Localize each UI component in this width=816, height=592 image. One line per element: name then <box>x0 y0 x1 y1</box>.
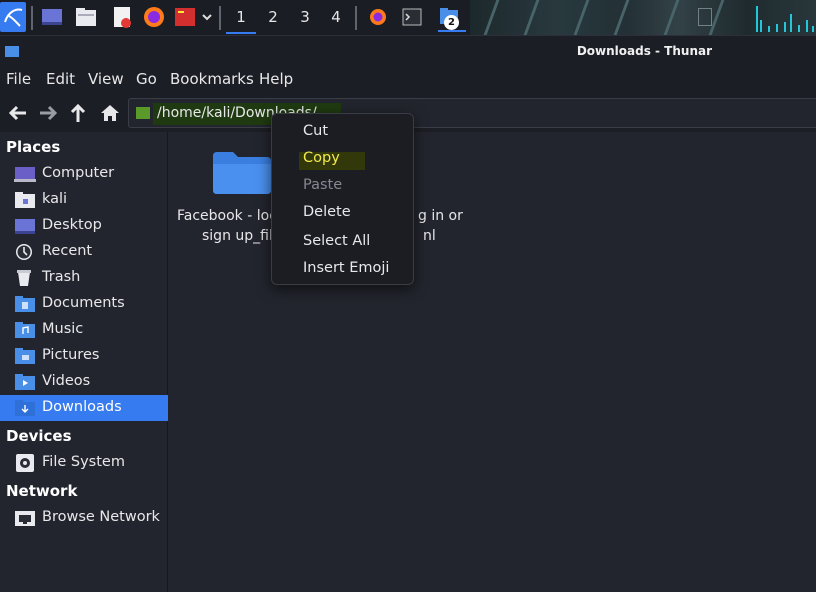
documents-folder-icon <box>14 295 36 313</box>
window-icon[interactable] <box>5 46 19 57</box>
sidebar-item-label: Music <box>42 321 84 337</box>
folder-icon[interactable] <box>213 150 271 194</box>
computer-icon <box>14 165 36 183</box>
sidebar-item-recent[interactable]: Recent <box>0 239 168 265</box>
file-name-line2-right: nl <box>423 228 436 244</box>
sidebar-item-computer[interactable]: Computer <box>0 161 168 187</box>
top-panel: 1 2 3 4 2 <box>0 0 816 36</box>
desktop-icon <box>14 217 36 235</box>
up-arrow-icon[interactable] <box>66 101 90 125</box>
location-bar[interactable]: /home/kali/Downloads/ <box>128 98 816 128</box>
file-name-line1-right: g in or <box>418 208 463 224</box>
sidebar-item-file-system[interactable]: File System <box>0 450 168 476</box>
network-icon <box>14 509 36 527</box>
terminal-task-icon[interactable] <box>402 5 422 29</box>
sidebar-item-label: Recent <box>42 243 93 259</box>
sidebar: Places Computer kali Desktop Recent Tras… <box>0 132 168 592</box>
thunar-task-icon[interactable]: 2 <box>438 5 466 32</box>
sidebar-item-videos[interactable]: Videos <box>0 369 168 395</box>
drive-icon <box>14 454 36 472</box>
downloads-folder-icon <box>14 399 36 417</box>
home-icon[interactable] <box>98 101 122 125</box>
context-menu: Cut Copy Paste Delete Select All Insert … <box>271 113 414 285</box>
kali-menu-icon[interactable] <box>0 2 26 32</box>
sidebar-item-label: kali <box>42 191 68 207</box>
firefox-task-icon[interactable] <box>368 5 388 29</box>
sidebar-item-kali[interactable]: kali <box>0 187 168 213</box>
terminal-emulator-launcher-icon[interactable] <box>174 5 196 29</box>
videos-folder-icon <box>14 373 36 391</box>
menu-file[interactable]: File <box>6 70 31 88</box>
menu-item-select-all[interactable]: Select All <box>303 233 370 249</box>
back-arrow-icon[interactable] <box>6 101 30 125</box>
sidebar-item-music[interactable]: Music <box>0 317 168 343</box>
text-editor-launcher-icon[interactable] <box>110 5 134 29</box>
menu-go[interactable]: Go <box>136 70 157 88</box>
workspace-2[interactable]: 2 <box>258 0 288 34</box>
firefox-launcher-icon[interactable] <box>142 5 166 29</box>
show-desktop-icon[interactable] <box>40 5 64 29</box>
menu-item-cut[interactable]: Cut <box>303 123 328 139</box>
menu-edit[interactable]: Edit <box>46 70 75 88</box>
sidebar-item-pictures[interactable]: Pictures <box>0 343 168 369</box>
network-header: Network <box>6 482 78 500</box>
menu-item-paste: Paste <box>303 177 343 193</box>
menu-item-insert-emoji[interactable]: Insert Emoji <box>303 260 389 276</box>
downloads-folder-icon <box>136 107 150 119</box>
window-titlebar[interactable]: Downloads - Thunar <box>0 36 816 66</box>
forward-arrow-icon[interactable] <box>36 101 60 125</box>
menu-bookmarks[interactable]: Bookmarks <box>170 70 254 88</box>
pictures-folder-icon <box>14 347 36 365</box>
sidebar-item-label: Videos <box>42 373 91 389</box>
chevron-down-icon[interactable] <box>200 5 214 29</box>
menu-view[interactable]: View <box>88 70 124 88</box>
home-folder-icon <box>14 191 36 209</box>
sidebar-item-label: Computer <box>42 165 115 181</box>
sidebar-item-label: File System <box>42 454 125 470</box>
menu-item-copy[interactable]: Copy <box>303 150 340 166</box>
places-header: Places <box>6 138 61 156</box>
workspace-1[interactable]: 1 <box>226 0 256 34</box>
sidebar-item-browse-network[interactable]: Browse Network <box>0 505 168 531</box>
workspace-3[interactable]: 3 <box>290 0 320 34</box>
sidebar-item-trash[interactable]: Trash <box>0 265 168 291</box>
trash-icon <box>14 269 36 287</box>
task-count-badge: 2 <box>444 15 459 30</box>
cpu-graph <box>756 4 816 34</box>
devices-header: Devices <box>6 427 72 445</box>
sidebar-item-label: Trash <box>42 269 81 285</box>
file-view[interactable]: Facebook - log g in or sign up_file nl <box>169 132 816 592</box>
window-title: Downloads - Thunar <box>576 44 712 58</box>
sidebar-item-downloads[interactable]: Downloads <box>0 395 168 421</box>
sidebar-item-label: Desktop <box>42 217 102 233</box>
sidebar-item-label: Pictures <box>42 347 100 363</box>
music-folder-icon <box>14 321 36 339</box>
sidebar-item-label: Documents <box>42 295 125 311</box>
menu-help[interactable]: Help <box>259 70 293 88</box>
file-manager-launcher-icon[interactable] <box>74 5 98 29</box>
workspace-4[interactable]: 4 <box>321 0 351 34</box>
recent-icon <box>14 243 36 261</box>
menu-bar: File Edit View Go Bookmarks Help <box>0 66 816 94</box>
sidebar-item-label: Downloads <box>42 399 122 415</box>
sidebar-item-desktop[interactable]: Desktop <box>0 213 168 239</box>
sidebar-item-documents[interactable]: Documents <box>0 291 168 317</box>
sidebar-item-label: Browse Network <box>42 509 160 525</box>
menu-item-delete[interactable]: Delete <box>303 204 351 220</box>
